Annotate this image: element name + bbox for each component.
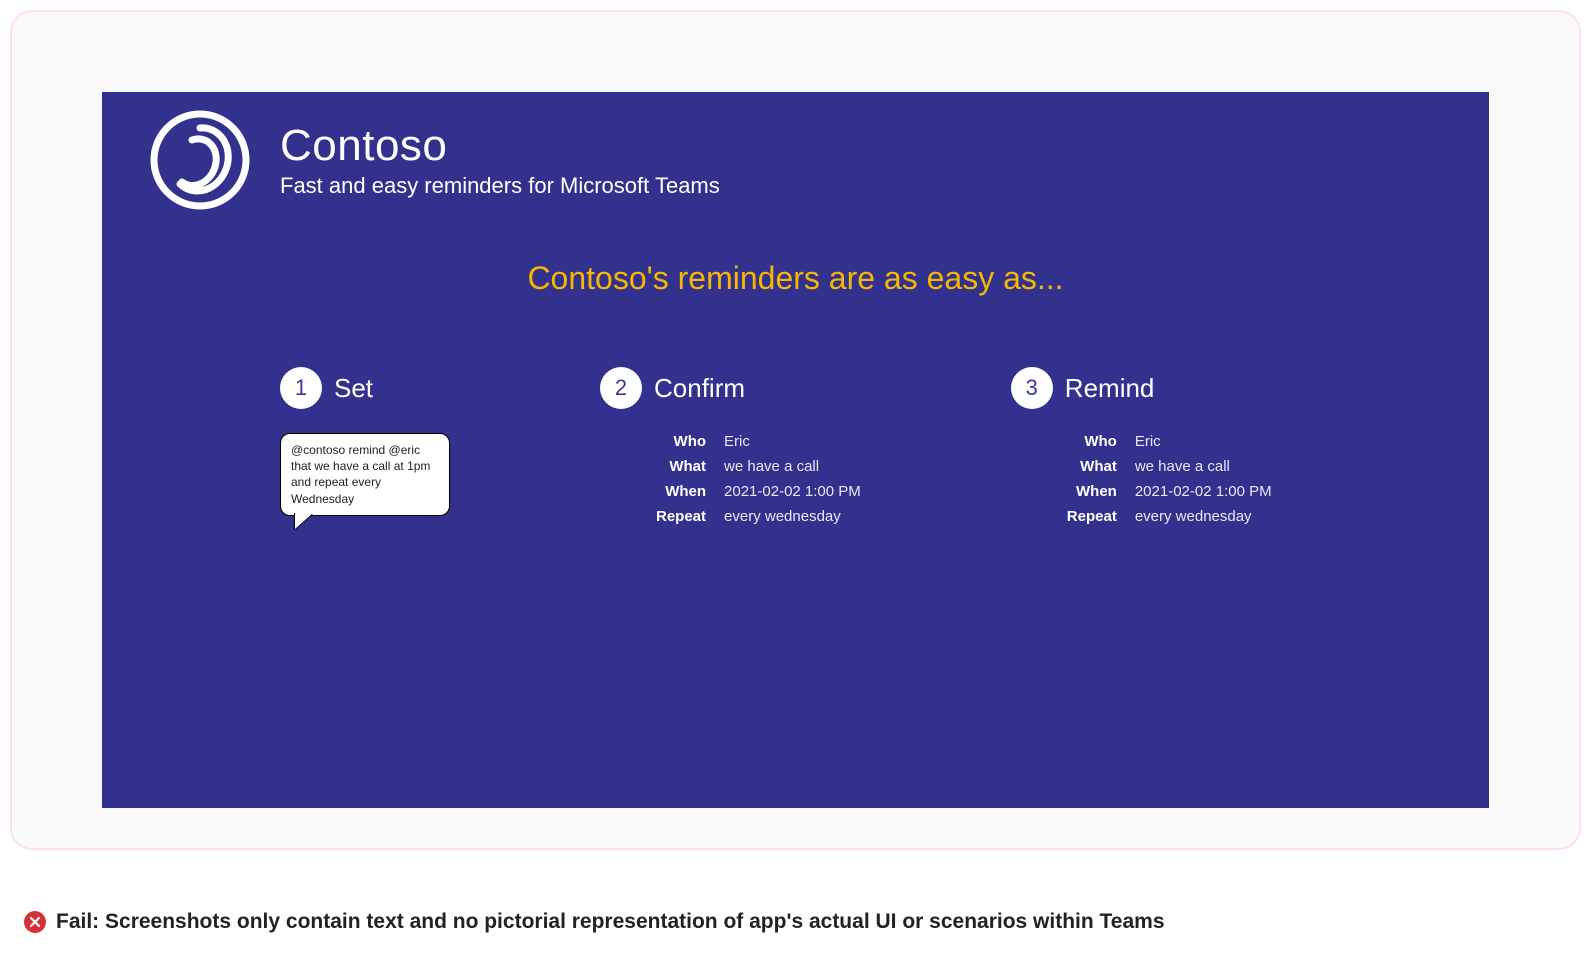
example-frame: Contoso Fast and easy reminders for Micr… (10, 10, 1581, 850)
repeat-value: every wednesday (1135, 508, 1272, 525)
step-set: 1 Set @contoso remind @eric that we have… (280, 367, 450, 525)
who-label: Who (656, 433, 706, 450)
who-label: Who (1067, 433, 1117, 450)
speech-bubble: @contoso remind @eric that we have a cal… (280, 433, 450, 516)
who-value: Eric (1135, 433, 1272, 450)
brand-subtitle: Fast and easy reminders for Microsoft Te… (280, 173, 720, 199)
step-title: Remind (1065, 373, 1155, 404)
title-block: Contoso Fast and easy reminders for Micr… (280, 121, 720, 199)
step-number-badge: 2 (600, 367, 642, 409)
brand-name: Contoso (280, 121, 720, 171)
when-label: When (1067, 483, 1117, 500)
what-label: What (656, 458, 706, 475)
step-head: 3 Remind (1011, 367, 1272, 409)
what-value: we have a call (1135, 458, 1272, 475)
when-label: When (656, 483, 706, 500)
step-head: 2 Confirm (600, 367, 861, 409)
what-label: What (1067, 458, 1117, 475)
step-confirm: 2 Confirm Who Eric What we have a call W… (600, 367, 861, 525)
when-value: 2021-02-02 1:00 PM (1135, 483, 1272, 500)
step-head: 1 Set (280, 367, 450, 409)
brand-logo-icon (150, 110, 250, 210)
caption-row: Fail: Screenshots only contain text and … (24, 910, 1165, 934)
step-number-badge: 3 (1011, 367, 1053, 409)
tagline: Contoso's reminders are as easy as... (150, 260, 1441, 297)
field-grid: Who Eric What we have a call When 2021-0… (656, 433, 861, 525)
what-value: we have a call (724, 458, 861, 475)
repeat-label: Repeat (1067, 508, 1117, 525)
who-value: Eric (724, 433, 861, 450)
caption-text: Fail: Screenshots only contain text and … (56, 910, 1165, 934)
repeat-value: every wednesday (724, 508, 861, 525)
fail-icon (24, 911, 46, 933)
step-number-badge: 1 (280, 367, 322, 409)
field-grid: Who Eric What we have a call When 2021-0… (1067, 433, 1272, 525)
step-title: Set (334, 373, 373, 404)
slide-header: Contoso Fast and easy reminders for Micr… (150, 110, 1441, 210)
when-value: 2021-02-02 1:00 PM (724, 483, 861, 500)
step-title: Confirm (654, 373, 745, 404)
step-remind: 3 Remind Who Eric What we have a call Wh… (1011, 367, 1272, 525)
repeat-label: Repeat (656, 508, 706, 525)
app-slide: Contoso Fast and easy reminders for Micr… (102, 92, 1489, 808)
steps-row: 1 Set @contoso remind @eric that we have… (150, 367, 1441, 525)
